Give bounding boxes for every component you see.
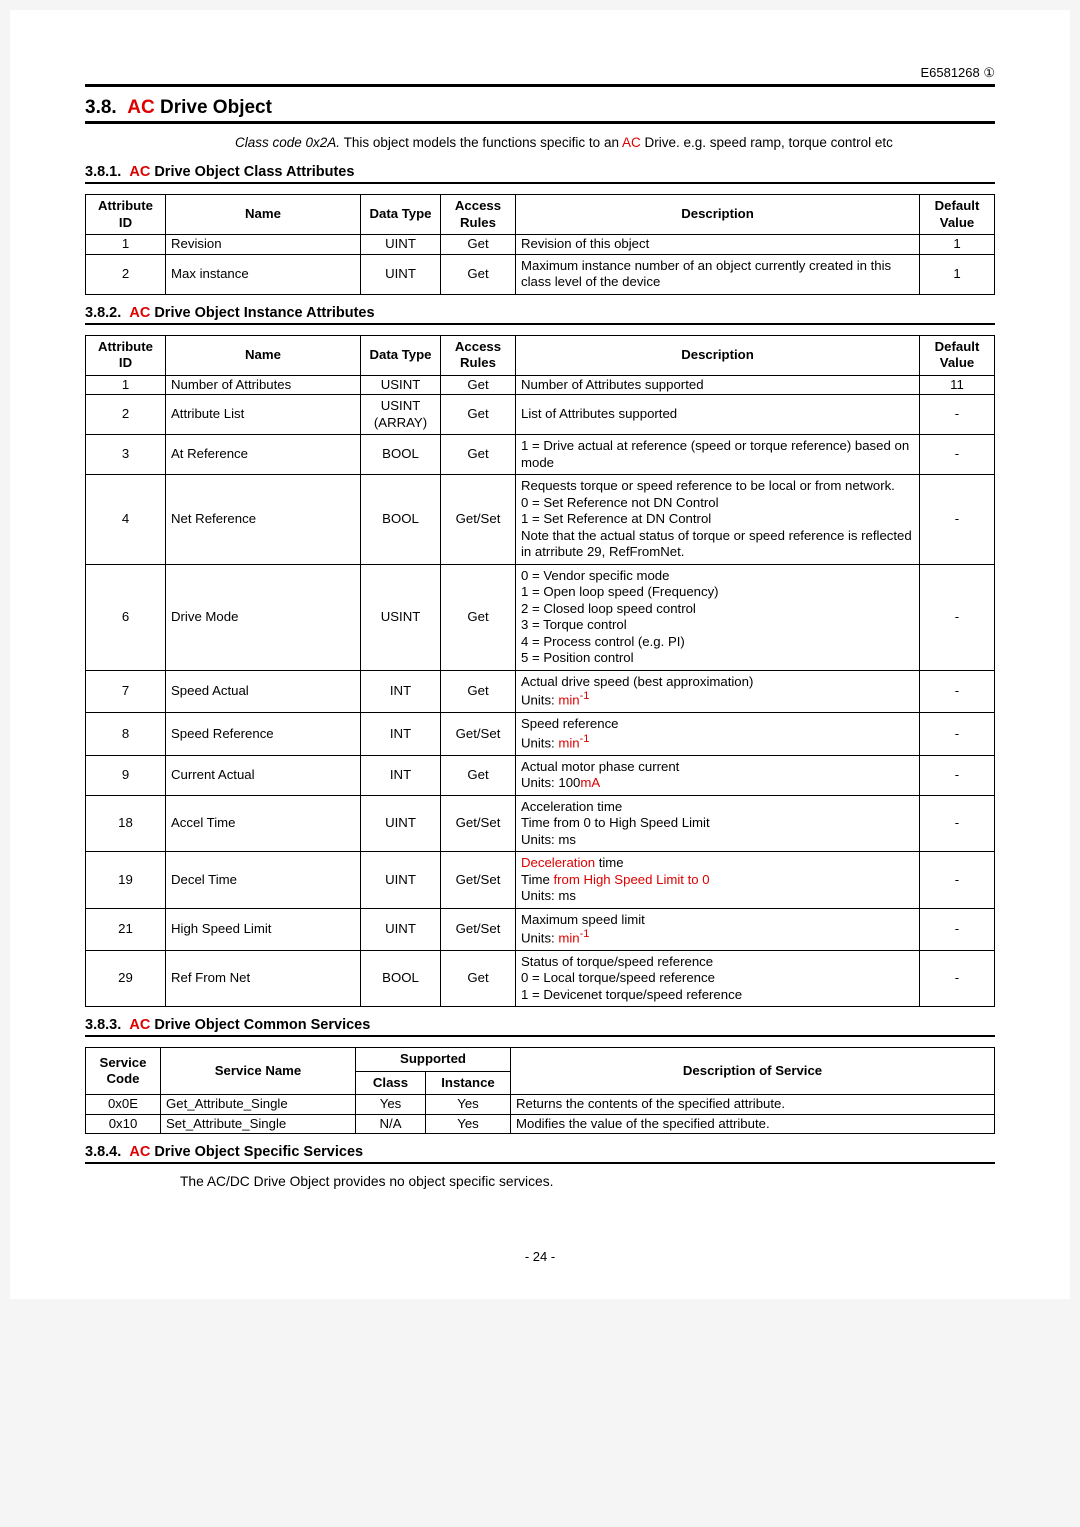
section-num: 3.8.: [85, 97, 117, 118]
table-row: 29Ref From NetBOOLGetStatus of torque/sp…: [86, 950, 995, 1007]
th-access: Access Rules: [441, 335, 516, 375]
th-name: Name: [166, 195, 361, 235]
table-382: Attribute ID Name Data Type Access Rules…: [85, 335, 995, 1008]
th-svc-name: Service Name: [161, 1048, 356, 1095]
th-attr-id: Attribute ID: [86, 195, 166, 235]
th-svc-code: Service Code: [86, 1048, 161, 1095]
th-desc: Description: [516, 195, 920, 235]
subsection-383: 3.8.3. AC Drive Object Common Services: [85, 1017, 995, 1033]
table-row: 21High Speed LimitUINTGet/SetMaximum spe…: [86, 908, 995, 950]
subsection-381: 3.8.1. AC Drive Object Class Attributes: [85, 164, 995, 180]
table-row: 9Current ActualINTGetActual motor phase …: [86, 755, 995, 795]
page: E6581268 ① 3.8. AC Drive Object Class co…: [10, 10, 1070, 1299]
subsection-384: 3.8.4. AC Drive Object Specific Services: [85, 1144, 995, 1160]
table-row: 4Net ReferenceBOOLGet/SetRequests torque…: [86, 475, 995, 565]
th-access: Access Rules: [441, 195, 516, 235]
th-svc-class: Class: [356, 1071, 426, 1095]
th-data-type: Data Type: [361, 335, 441, 375]
th-default: Default Value: [920, 335, 995, 375]
table-row: 7Speed ActualINTGetActual drive speed (b…: [86, 670, 995, 712]
th-data-type: Data Type: [361, 195, 441, 235]
header-rule: [85, 84, 995, 87]
table-row: 0x0EGet_Attribute_SingleYesYesReturns th…: [86, 1095, 995, 1115]
table-row: 0x10Set_Attribute_SingleN/AYesModifies t…: [86, 1114, 995, 1134]
section-ac: AC: [127, 97, 154, 118]
table-row: 18Accel TimeUINTGet/SetAcceleration time…: [86, 795, 995, 852]
table-row: 8Speed ReferenceINTGet/SetSpeed referenc…: [86, 713, 995, 755]
th-supported: Supported: [356, 1048, 511, 1072]
th-svc-desc: Description of Service: [511, 1048, 995, 1095]
table-row: 2Attribute ListUSINT (ARRAY)GetList of A…: [86, 395, 995, 435]
text-384: The AC/DC Drive Object provides no objec…: [180, 1174, 995, 1189]
section-body: Class code 0x2A. This object models the …: [235, 134, 995, 152]
th-attr-id: Attribute ID: [86, 335, 166, 375]
table-row: 3At ReferenceBOOLGet1 = Drive actual at …: [86, 435, 995, 475]
table-383: Service Code Service Name Supported Desc…: [85, 1047, 995, 1134]
th-default: Default Value: [920, 195, 995, 235]
class-code: Class code 0x2A.: [235, 135, 340, 150]
table-row: 6Drive ModeUSINTGet0 = Vendor specific m…: [86, 564, 995, 670]
th-name: Name: [166, 335, 361, 375]
section-title: 3.8. AC Drive Object: [85, 97, 995, 119]
section-rule: [85, 121, 995, 124]
th-desc: Description: [516, 335, 920, 375]
th-svc-instance: Instance: [426, 1071, 511, 1095]
page-number: - 24 -: [85, 1249, 995, 1264]
table-row: 1 Revision UINT Get Revision of this obj…: [86, 235, 995, 255]
table-row: 19Decel TimeUINTGet/SetDeceleration time…: [86, 852, 995, 909]
doc-id: E6581268 ①: [85, 65, 995, 84]
subsection-382: 3.8.2. AC Drive Object Instance Attribut…: [85, 305, 995, 321]
table-row: 2 Max instance UINT Get Maximum instance…: [86, 254, 995, 294]
table-row: 1Number of AttributesUSINTGetNumber of A…: [86, 375, 995, 395]
table-381: Attribute ID Name Data Type Access Rules…: [85, 194, 995, 295]
section-rest: Drive Object: [155, 97, 272, 118]
